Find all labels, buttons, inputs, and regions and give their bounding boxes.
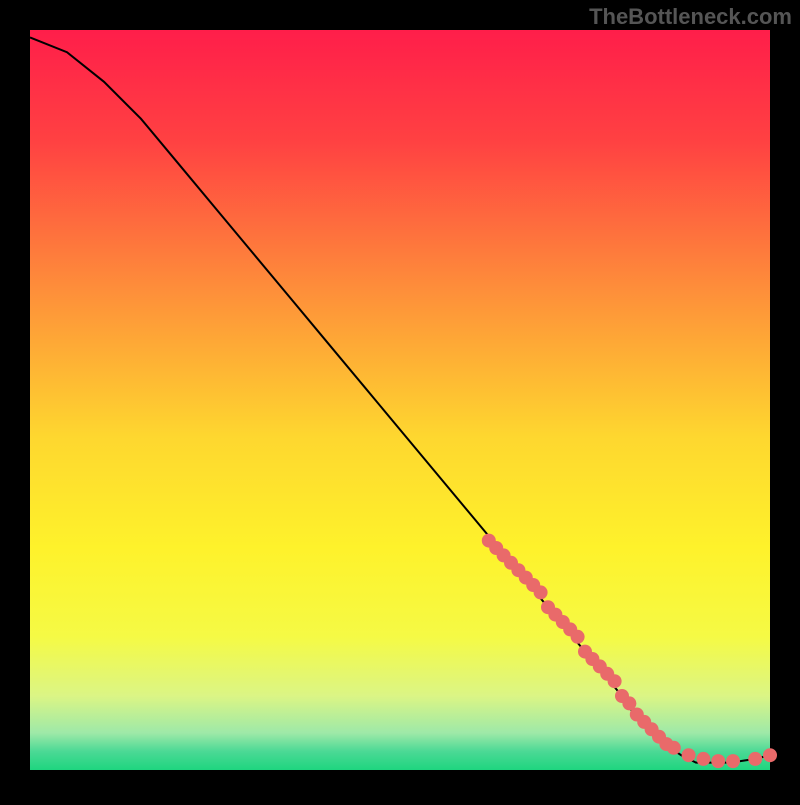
scatter-point: [748, 752, 762, 766]
scatter-point: [763, 748, 777, 762]
chart-svg: [0, 0, 800, 800]
scatter-point: [711, 754, 725, 768]
plot-background: [30, 30, 770, 770]
scatter-point: [696, 752, 710, 766]
scatter-point: [682, 748, 696, 762]
watermark-text: TheBottleneck.com: [589, 4, 792, 30]
scatter-point: [534, 585, 548, 599]
scatter-point: [608, 674, 622, 688]
scatter-point: [667, 741, 681, 755]
scatter-point: [726, 754, 740, 768]
chart-container: TheBottleneck.com: [0, 0, 800, 800]
scatter-point: [571, 630, 585, 644]
